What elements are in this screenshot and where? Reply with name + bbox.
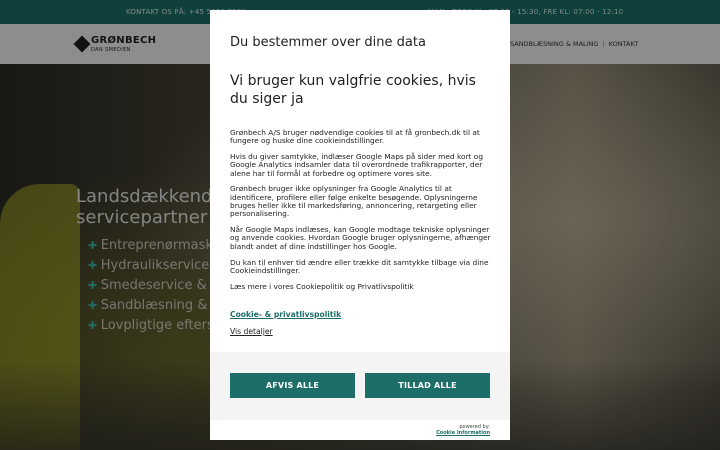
cookie-paragraph: Grønbech bruger ikke oplysninger fra Goo…	[230, 184, 478, 219]
cookie-dialog-actions: AFVIS ALLE TILLAD ALLE	[210, 352, 510, 420]
reject-all-button[interactable]: AFVIS ALLE	[230, 373, 355, 398]
cookie-information-link[interactable]: Cookie Information	[436, 430, 490, 436]
cookie-dialog-text: Grønbech A/S bruger nødvendige cookies t…	[230, 128, 492, 298]
cookie-dialog-heading: Du bestemmer over dine data	[230, 35, 426, 50]
cookie-dialog-title: Vi bruger kun valgfrie cookies, hvis du …	[230, 73, 476, 107]
accept-all-button[interactable]: TILLAD ALLE	[365, 373, 490, 398]
show-details-link[interactable]: Vis detaljer	[230, 327, 273, 336]
cookie-paragraph: Hvis du giver samtykke, indlæser Google …	[230, 152, 484, 178]
cookie-policy-link[interactable]: Cookie- & privatlivspolitik	[230, 310, 341, 319]
cookie-consent-dialog: Du bestemmer over dine data Vi bruger ku…	[210, 10, 510, 440]
powered-by: powered by: Cookie Information	[436, 424, 490, 436]
cookie-paragraph: Når Google Maps indlæses, kan Google mod…	[230, 225, 491, 251]
cookie-paragraph: Du kan til enhver tid ændre eller trække…	[230, 257, 489, 275]
cookie-dialog-body: Du bestemmer over dine data Vi bruger ku…	[210, 10, 510, 352]
cookie-paragraph: Læs mere i vores Cookiepolitik og Privat…	[230, 281, 414, 291]
cookie-paragraph: Grønbech A/S bruger nødvendige cookies t…	[230, 128, 480, 146]
